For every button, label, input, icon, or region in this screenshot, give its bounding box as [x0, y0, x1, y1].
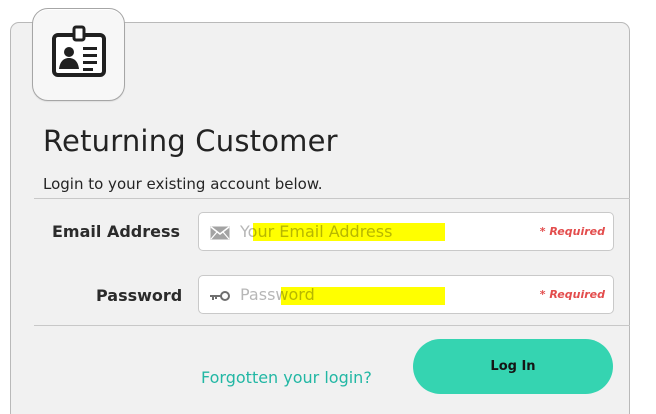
password-field[interactable]: [236, 278, 526, 311]
form-top-divider: [34, 198, 630, 199]
email-field[interactable]: [236, 215, 526, 248]
key-icon: [210, 291, 230, 301]
forgot-login-link[interactable]: Forgotten your login?: [201, 368, 372, 388]
mail-icon: [210, 226, 230, 240]
login-subtitle: Login to your existing account below.: [43, 175, 323, 193]
email-label: Email Address: [52, 222, 181, 241]
email-required-label: * Required: [539, 225, 605, 238]
login-button[interactable]: Log In: [413, 339, 613, 394]
page-title: Returning Customer: [43, 124, 338, 158]
id-card-icon: [51, 25, 106, 77]
login-page: Returning Customer Login to your existin…: [0, 0, 656, 414]
email-field-container[interactable]: * Required: [198, 212, 614, 251]
account-badge: [32, 8, 125, 101]
password-label: Password: [96, 286, 183, 305]
form-bottom-divider: [34, 325, 630, 326]
password-required-label: * Required: [539, 288, 605, 301]
password-field-container[interactable]: * Required: [198, 275, 614, 314]
